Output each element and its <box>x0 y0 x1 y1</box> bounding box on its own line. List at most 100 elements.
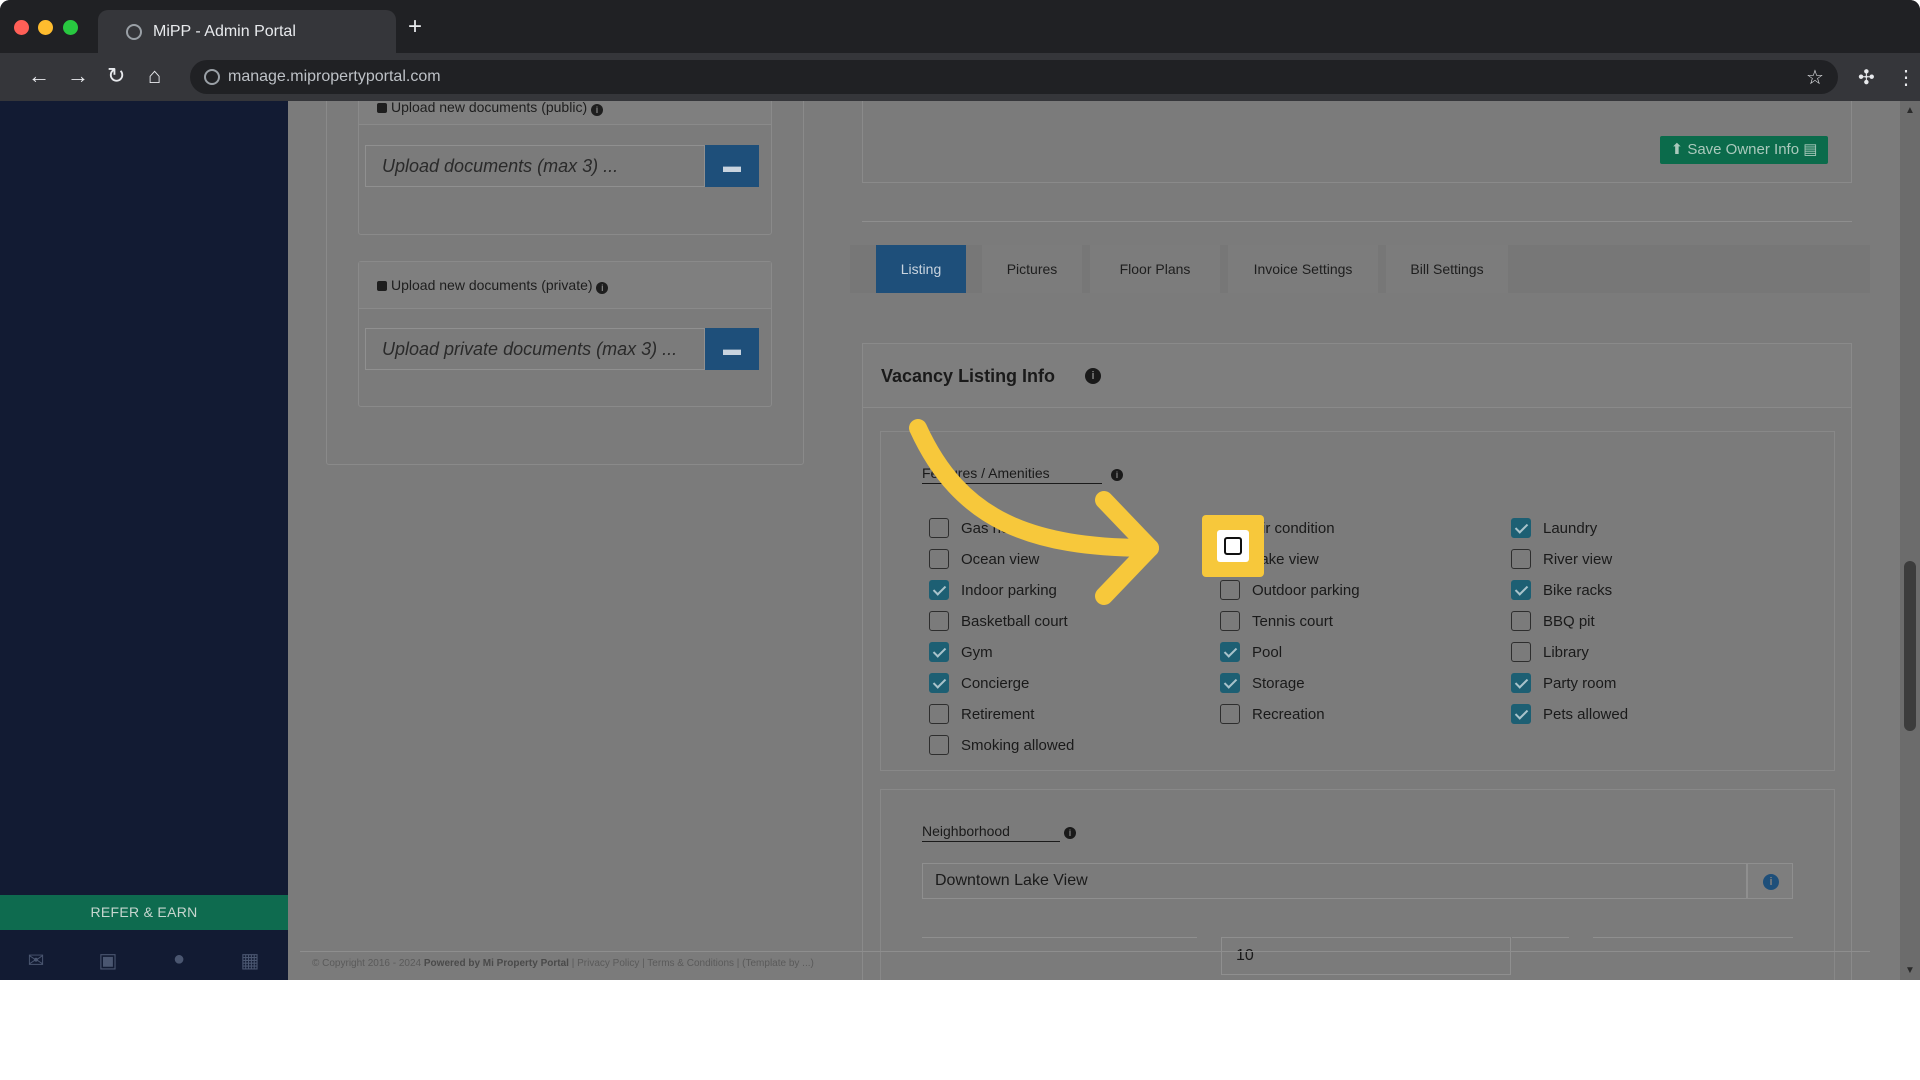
amenity-label: Party room <box>1543 675 1617 692</box>
reload-icon[interactable]: ↻ <box>107 65 125 87</box>
public-docs-title: Upload new documents (public) <box>391 101 588 115</box>
amenity-item[interactable]: Smoking allowed <box>929 735 1169 757</box>
folder-open-icon[interactable]: ▬ <box>705 145 759 187</box>
amenity-checkbox[interactable] <box>929 735 949 755</box>
info-icon[interactable]: i <box>1111 469 1123 481</box>
tab-floor-plans[interactable]: Floor Plans <box>1090 245 1220 293</box>
lake-view-checkbox-highlight[interactable] <box>1202 515 1264 577</box>
amenity-item[interactable]: Concierge <box>929 673 1169 695</box>
amenity-item[interactable]: Gas heat <box>929 518 1169 540</box>
info-icon[interactable]: i <box>591 104 603 116</box>
amenity-label: Air condition <box>1252 520 1335 537</box>
save-owner-label: Save Owner Info <box>1687 141 1800 158</box>
user-icon[interactable]: ● <box>168 948 190 970</box>
envelope-icon[interactable]: ✉ <box>25 948 47 972</box>
field-border <box>922 937 1197 938</box>
amenity-checkbox[interactable] <box>1511 642 1531 662</box>
back-arrow-icon[interactable]: ← <box>28 65 50 87</box>
url-text: manage.mipropertyportal.com <box>228 68 441 85</box>
amenity-item[interactable]: Pets allowed <box>1511 704 1751 726</box>
amenity-checkbox[interactable] <box>1220 642 1240 662</box>
amenity-item[interactable]: Basketball court <box>929 611 1169 633</box>
briefcase-icon[interactable]: ▣ <box>97 948 119 972</box>
amenity-checkbox[interactable] <box>929 611 949 631</box>
tab-pictures[interactable]: Pictures <box>982 245 1082 293</box>
tab-title: MiPP - Admin Portal <box>153 23 296 40</box>
tab-bill-settings[interactable]: Bill Settings <box>1386 245 1508 293</box>
tab-invoice-settings[interactable]: Invoice Settings <box>1228 245 1378 293</box>
amenity-label: River view <box>1543 551 1613 568</box>
folder-open-icon[interactable]: ▬ <box>705 328 759 370</box>
minimize-window-button[interactable] <box>38 20 53 35</box>
amenity-item[interactable]: Library <box>1511 642 1751 664</box>
info-icon[interactable]: i <box>1085 368 1101 384</box>
amenity-item[interactable]: Ocean view <box>929 549 1169 571</box>
number-input[interactable]: 10 <box>1221 937 1511 975</box>
amenity-item[interactable]: Gym <box>929 642 1169 664</box>
amenity-checkbox[interactable] <box>929 704 949 724</box>
maximize-window-button[interactable] <box>63 20 78 35</box>
amenity-item[interactable]: Laundry <box>1511 518 1751 540</box>
amenity-item[interactable]: Party room <box>1511 673 1751 695</box>
public-upload-input[interactable]: Upload documents (max 3) ... <box>365 145 705 187</box>
save-owner-button[interactable]: ⬆ Save Owner Info ▤ <box>1660 136 1828 164</box>
amenity-item[interactable]: Retirement <box>929 704 1169 726</box>
footer-powered[interactable]: Powered by Mi Property Portal <box>424 958 569 969</box>
tab-listing[interactable]: Listing <box>876 245 966 293</box>
scroll-down-icon[interactable]: ▼ <box>1905 965 1915 976</box>
amenity-item[interactable]: Storage <box>1220 673 1460 695</box>
footer-links[interactable]: | Privacy Policy | Terms & Conditions | … <box>572 958 814 969</box>
page-scrollbar[interactable]: ▲ ▼ <box>1900 101 1920 980</box>
scroll-up-icon[interactable]: ▲ <box>1905 105 1915 116</box>
info-icon[interactable]: i <box>1064 827 1076 839</box>
amenity-checkbox[interactable] <box>1220 673 1240 693</box>
amenity-item[interactable]: Outdoor parking <box>1220 580 1460 602</box>
amenity-checkbox[interactable] <box>1220 580 1240 600</box>
amenity-item[interactable]: Recreation <box>1220 704 1460 726</box>
close-window-button[interactable] <box>14 20 29 35</box>
forward-arrow-icon[interactable]: → <box>67 65 89 87</box>
page: REFER & EARN ✉ ▣ ● ▦ Upload new document… <box>0 101 1920 980</box>
amenity-checkbox[interactable] <box>1511 704 1531 724</box>
site-info-icon[interactable] <box>204 69 220 85</box>
amenity-checkbox[interactable] <box>1511 580 1531 600</box>
amenity-item[interactable]: Bike racks <box>1511 580 1751 602</box>
amenity-checkbox[interactable] <box>1511 611 1531 631</box>
browser-menu-icon[interactable]: ⋮ <box>1896 65 1916 90</box>
private-upload-input[interactable]: Upload private documents (max 3) ... <box>365 328 705 370</box>
bookmark-star-icon[interactable]: ☆ <box>1806 65 1824 90</box>
amenity-item[interactable]: BBQ pit <box>1511 611 1751 633</box>
lock-icon <box>377 281 387 291</box>
new-tab-button[interactable]: + <box>408 15 422 39</box>
info-icon[interactable]: i <box>596 282 609 294</box>
amenity-checkbox[interactable] <box>929 580 949 600</box>
address-bar[interactable]: manage.mipropertyportal.com <box>190 60 1838 94</box>
calculator-icon[interactable]: ▦ <box>239 948 261 972</box>
home-icon[interactable]: ⌂ <box>148 65 161 87</box>
browser-tab[interactable]: MiPP - Admin Portal <box>98 10 396 53</box>
amenity-checkbox[interactable] <box>1511 518 1531 538</box>
private-docs-title: Upload new documents (private) <box>391 277 593 293</box>
amenity-checkbox[interactable] <box>929 673 949 693</box>
amenity-checkbox[interactable] <box>1220 704 1240 724</box>
amenity-checkbox[interactable] <box>929 549 949 569</box>
amenity-item[interactable]: Indoor parking <box>929 580 1169 602</box>
amenity-checkbox[interactable] <box>929 642 949 662</box>
amenity-checkbox[interactable] <box>929 518 949 538</box>
extensions-icon[interactable]: ✣ <box>1858 65 1875 90</box>
scroll-thumb[interactable] <box>1904 561 1916 731</box>
private-docs-panel: Upload new documents (private) i Upload … <box>358 261 772 407</box>
amenity-item[interactable]: Tennis court <box>1220 611 1460 633</box>
amenity-item[interactable]: Pool <box>1220 642 1460 664</box>
private-docs-header: Upload new documents (private) i <box>359 262 771 309</box>
browser-toolbar: ← → ↻ ⌂ manage.mipropertyportal.com ☆ ✣ … <box>0 53 1920 101</box>
amenity-checkbox[interactable] <box>1220 611 1240 631</box>
amenity-item[interactable]: River view <box>1511 549 1751 571</box>
neighborhood-input[interactable]: Downtown Lake View <box>922 863 1747 899</box>
amenity-label: Bike racks <box>1543 582 1613 599</box>
amenity-checkbox[interactable] <box>1511 549 1531 569</box>
amenity-label: Ocean view <box>961 551 1040 568</box>
neighborhood-info-button[interactable]: i <box>1747 863 1793 899</box>
amenity-checkbox[interactable] <box>1511 673 1531 693</box>
refer-earn-button[interactable]: REFER & EARN <box>0 895 288 930</box>
